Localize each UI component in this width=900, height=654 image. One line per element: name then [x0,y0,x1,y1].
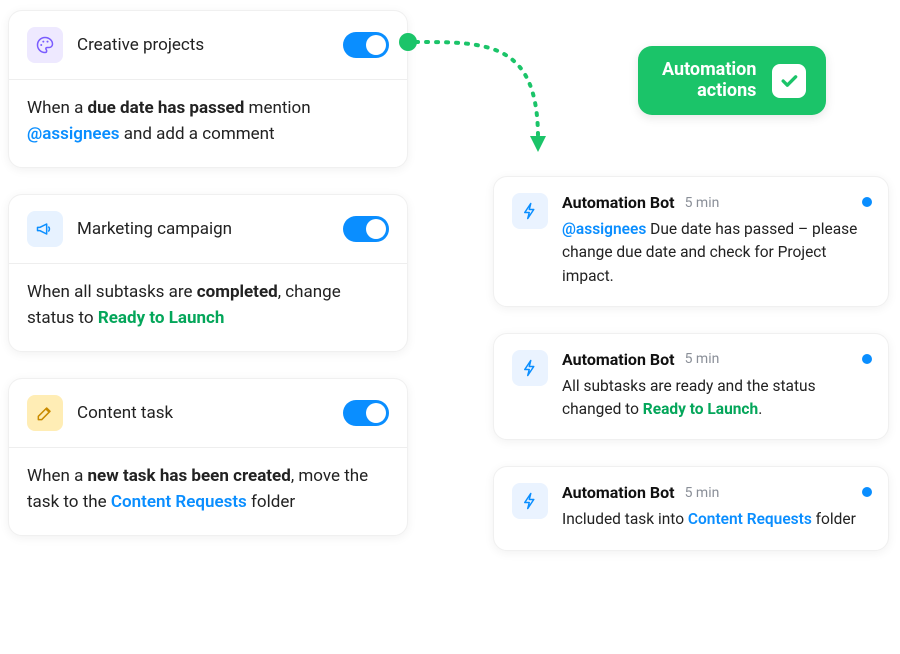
notification-card: Automation Bot 5 min All subtasks are re… [493,333,889,441]
rule-card-content: Content task When a new task has been cr… [8,378,408,536]
bolt-icon [512,483,548,519]
check-icon [772,64,806,98]
bolt-icon [512,350,548,386]
rule-text: When a [27,466,88,486]
notification-header: Automation Bot 5 min [562,483,870,502]
palette-icon [27,27,63,63]
message-text: . [758,400,762,418]
notification-card: Automation Bot 5 min Included task into … [493,466,889,550]
unread-indicator [862,487,872,497]
notification-message: @assignees Due date has passed – please … [562,218,870,288]
notification-body: Automation Bot 5 min All subtasks are re… [562,350,870,422]
rule-toggle[interactable] [343,400,389,426]
bot-name: Automation Bot [562,350,675,369]
rule-description: When a new task has been created, move t… [9,448,407,535]
notification-body: Automation Bot 5 min @assignees Due date… [562,193,870,288]
notification-message: All subtasks are ready and the status ch… [562,375,870,422]
automation-rules-column: Creative projects When a due date has pa… [8,10,408,536]
bolt-icon [512,193,548,229]
rule-text-bold: new task has been created [88,466,291,486]
automation-actions-chip: Automation actions [638,46,826,115]
message-text: folder [812,510,856,528]
timestamp: 5 min [685,351,720,367]
rule-text: When all subtasks are [27,282,197,302]
rule-title: Creative projects [77,35,329,55]
rule-text-bold: completed [197,282,278,302]
rule-header: Marketing campaign [9,195,407,264]
notification-card: Automation Bot 5 min @assignees Due date… [493,176,889,307]
bot-name: Automation Bot [562,193,675,212]
status-label: Ready to Launch [98,308,225,328]
rule-text: and add a comment [119,124,274,144]
chip-line: actions [697,80,756,101]
rule-title: Content task [77,403,329,423]
rule-text: folder [247,492,295,512]
rule-toggle[interactable] [343,32,389,58]
rule-text-bold: due date has passed [88,98,245,118]
rule-title: Marketing campaign [77,219,329,239]
rule-description: When a due date has passed mention @assi… [9,80,407,167]
chip-text: Automation actions [662,60,756,101]
rule-card-creative: Creative projects When a due date has pa… [8,10,408,168]
rule-description: When all subtasks are completed, change … [9,264,407,351]
bot-name: Automation Bot [562,483,675,502]
rule-text: mention [244,98,310,118]
notifications-column: Automation Bot 5 min @assignees Due date… [493,176,889,551]
rule-text: When a [27,98,88,118]
timestamp: 5 min [685,485,720,501]
chip-line: Automation [662,59,756,80]
rule-toggle[interactable] [343,216,389,242]
unread-indicator [862,354,872,364]
folder-link[interactable]: Content Requests [111,492,247,512]
rule-card-marketing: Marketing campaign When all subtasks are… [8,194,408,352]
status-label: Ready to Launch [643,400,758,418]
pencil-square-icon [27,395,63,431]
flow-arrow [398,28,578,168]
mention[interactable]: @assignees [562,220,646,238]
folder-link[interactable]: Content Requests [688,510,812,528]
notification-body: Automation Bot 5 min Included task into … [562,483,870,531]
rule-header: Content task [9,379,407,448]
notification-message: Included task into Content Requests fold… [562,508,870,531]
message-text: Included task into [562,510,688,528]
notification-header: Automation Bot 5 min [562,193,870,212]
timestamp: 5 min [685,195,720,211]
megaphone-icon [27,211,63,247]
notification-header: Automation Bot 5 min [562,350,870,369]
unread-indicator [862,197,872,207]
mention[interactable]: @assignees [27,124,119,144]
rule-header: Creative projects [9,11,407,80]
